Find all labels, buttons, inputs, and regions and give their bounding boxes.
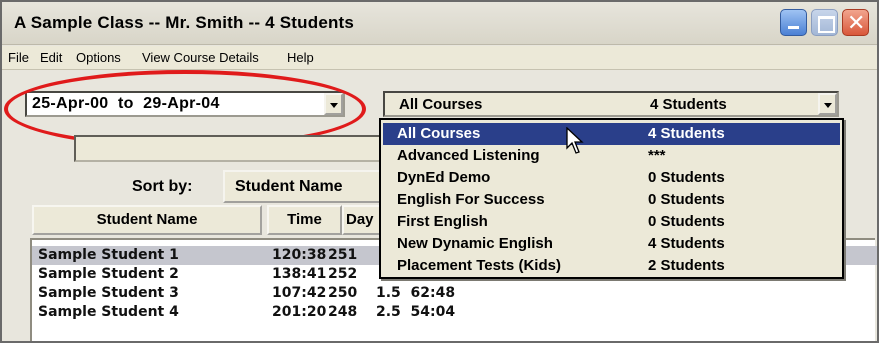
course-option[interactable]: New Dynamic English 4 Students [383,233,840,255]
menu-view-course-details[interactable]: View Course Details [142,50,259,65]
course-option-count: 0 Students [648,169,725,186]
course-option[interactable]: DynEd Demo 0 Students [383,167,840,189]
student-time: 201:20 [272,304,327,320]
student-name: Sample Student 4 [38,304,179,320]
chevron-down-icon[interactable] [818,93,837,115]
course-option-name: New Dynamic English [397,235,553,252]
close-button[interactable]: ✕ [842,9,869,36]
sort-label: Sort by: [132,178,193,195]
mouse-cursor-icon [566,127,584,154]
course-select-count: 4 Students [650,96,727,113]
sort-value: Student Name [235,178,343,195]
course-option-count: 4 Students [648,235,725,252]
course-option-count: *** [648,147,666,164]
course-option[interactable]: All Courses 4 Students [383,123,840,145]
date-range-value: 25-Apr-00 to 29-Apr-04 [32,95,220,112]
column-header-days[interactable]: Day [342,205,382,235]
menu-edit[interactable]: Edit [40,50,62,65]
course-option[interactable]: English For Success 0 Students [383,189,840,211]
course-select-value: All Courses [399,96,483,113]
course-option-name: Advanced Listening [397,147,540,164]
minimize-button[interactable] [780,9,807,36]
column-header-time[interactable]: Time [267,205,342,235]
student-days: 252 [328,266,358,282]
course-option-count: 0 Students [648,213,725,230]
course-option[interactable]: Placement Tests (Kids) 2 Students [383,255,840,277]
title-bar[interactable]: A Sample Class -- Mr. Smith -- 4 Student… [2,2,877,45]
course-option-count: 4 Students [648,125,725,142]
student-days: 250 [328,285,358,301]
course-option-name: All Courses [397,125,481,142]
menu-help[interactable]: Help [287,50,314,65]
course-dropdown-list[interactable]: All Courses 4 Students Advanced Listenin… [379,118,844,279]
date-range-select[interactable]: 25-Apr-00 to 29-Apr-04 [25,91,345,117]
table-row[interactable]: Sample Student 3 107:42 250 1.5 62:48 [32,284,877,303]
menu-bar: File Edit Options View Course Details He… [2,46,877,70]
close-icon: ✕ [847,10,866,35]
student-stats: 2.5 54:04 [376,304,456,320]
course-option-count: 0 Students [648,191,725,208]
menu-options[interactable]: Options [76,50,121,65]
course-option-name: DynEd Demo [397,169,491,186]
student-time: 138:41 [272,266,327,282]
student-name: Sample Student 1 [38,247,179,263]
course-option-name: English For Success [397,191,545,208]
column-header-student-name[interactable]: Student Name [32,205,262,235]
student-days: 248 [328,304,358,320]
course-select[interactable]: All Courses 4 Students [383,91,839,117]
sort-select[interactable]: Student Name [223,170,383,203]
chevron-down-icon[interactable] [324,93,343,115]
student-name: Sample Student 2 [38,266,179,282]
status-field [74,135,384,162]
student-days: 251 [328,247,358,263]
window-title: A Sample Class -- Mr. Smith -- 4 Student… [14,13,355,32]
menu-file[interactable]: File [8,50,29,65]
application-window: A Sample Class -- Mr. Smith -- 4 Student… [0,0,879,343]
course-option-name: Placement Tests (Kids) [397,257,561,274]
student-name: Sample Student 3 [38,285,179,301]
student-time: 107:42 [272,285,327,301]
student-time: 120:38 [272,247,327,263]
table-row[interactable]: Sample Student 4 201:20 248 2.5 54:04 [32,303,877,322]
course-option-count: 2 Students [648,257,725,274]
student-stats: 1.5 62:48 [376,285,456,301]
course-option[interactable]: First English 0 Students [383,211,840,233]
course-option[interactable]: Advanced Listening *** [383,145,840,167]
maximize-button[interactable] [811,9,838,36]
course-option-name: First English [397,213,488,230]
